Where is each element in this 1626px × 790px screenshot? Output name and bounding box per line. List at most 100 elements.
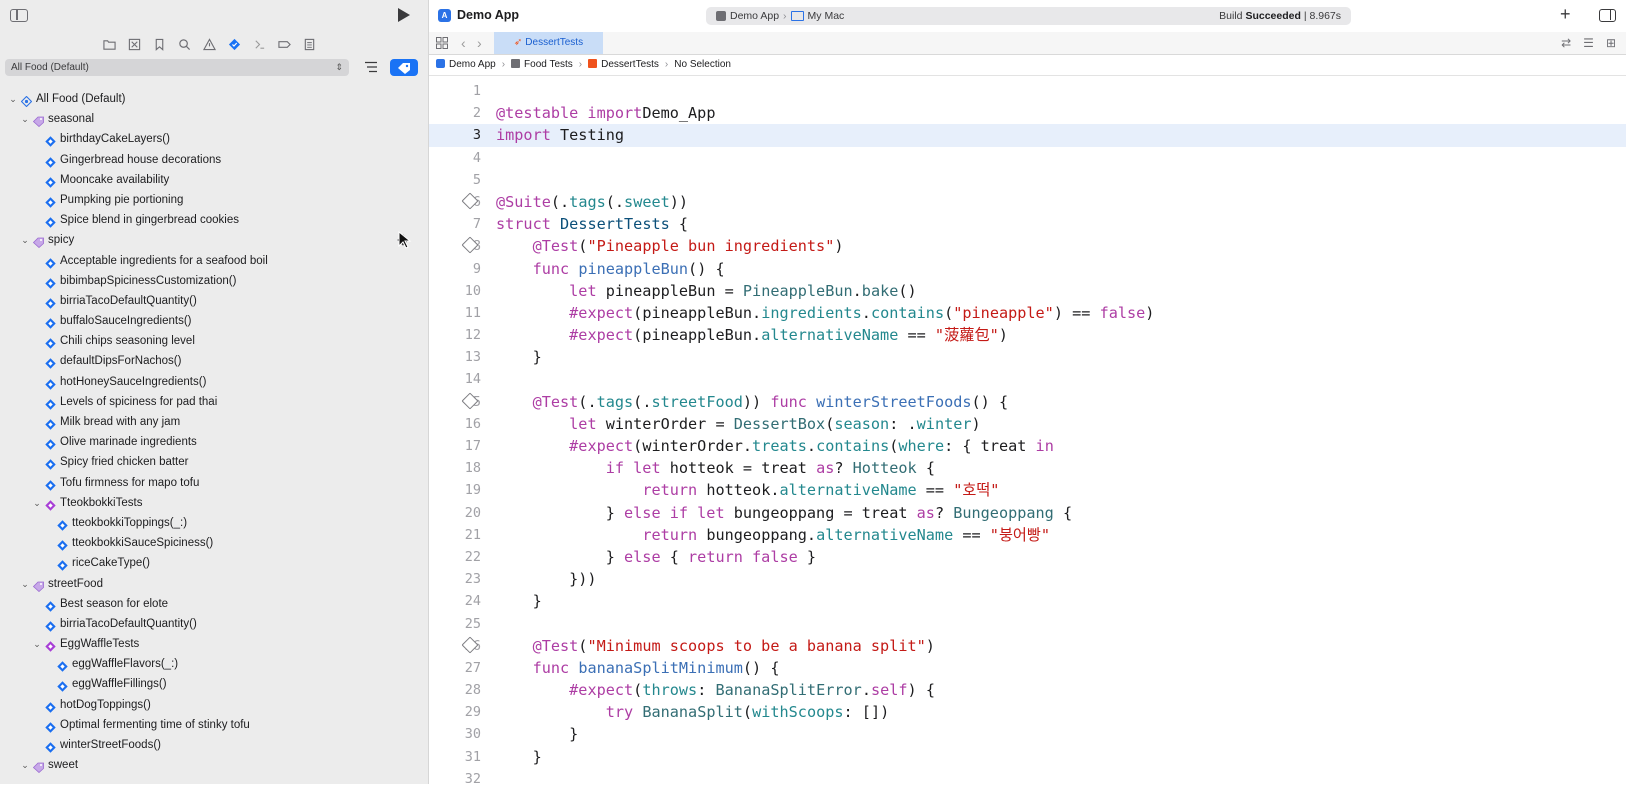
disclosure-chevron-icon[interactable]: ⌄ bbox=[32, 634, 42, 654]
code-line[interactable]: 16 let winterOrder = DessertBox(season: … bbox=[429, 413, 1626, 435]
tag-group-row[interactable]: ⌄ seasonal bbox=[0, 109, 428, 129]
jumpbar-item-file[interactable]: DessertTests bbox=[601, 59, 659, 70]
tag-group-row[interactable]: ⌄ sweet bbox=[0, 755, 428, 775]
code-line[interactable]: 22 } else { return false } bbox=[429, 546, 1626, 568]
test-row[interactable]: tteokbokkiSauceSpiciness() bbox=[0, 533, 428, 553]
test-row[interactable]: bibimbapSpicinessCustomization() bbox=[0, 271, 428, 291]
test-row[interactable]: Best season for elote bbox=[0, 594, 428, 614]
code-line[interactable]: 10 let pineappleBun = PineappleBun.bake(… bbox=[429, 280, 1626, 302]
list-view-icon[interactable] bbox=[364, 61, 378, 73]
tag-group-row[interactable]: ⌄ streetFood bbox=[0, 574, 428, 594]
test-row[interactable]: Optimal fermenting time of stinky tofu bbox=[0, 715, 428, 735]
test-row[interactable]: Tofu firmness for mapo tofu bbox=[0, 473, 428, 493]
bookmark-icon[interactable] bbox=[150, 35, 168, 53]
breakpoint-icon[interactable] bbox=[275, 35, 293, 53]
forward-icon[interactable]: › bbox=[477, 35, 482, 51]
report-icon[interactable] bbox=[300, 35, 318, 53]
disclosure-chevron-icon[interactable]: ⌄ bbox=[20, 230, 30, 250]
code-line[interactable]: 6@Suite(.tags(.sweet)) bbox=[429, 191, 1626, 213]
split-editor-icon[interactable]: ⊞ bbox=[1606, 36, 1616, 50]
refresh-icon[interactable]: ⇄ bbox=[1561, 36, 1571, 50]
disclosure-chevron-icon[interactable]: ⌄ bbox=[20, 574, 30, 594]
code-line[interactable]: 7 struct DessertTests { bbox=[429, 213, 1626, 235]
code-line[interactable]: 13 } bbox=[429, 346, 1626, 368]
test-diamond-icon[interactable] bbox=[225, 35, 243, 53]
code-line[interactable]: 18 if let hotteok = treat as? Hotteok { bbox=[429, 457, 1626, 479]
jumpbar-item-symbol[interactable]: No Selection bbox=[674, 59, 731, 70]
test-row[interactable]: Olive marinade ingredients bbox=[0, 432, 428, 452]
code-line[interactable]: 23 })) bbox=[429, 568, 1626, 590]
test-row[interactable]: Spicy fried chicken batter bbox=[0, 452, 428, 472]
test-row[interactable]: Levels of spiciness for pad thai bbox=[0, 392, 428, 412]
grid-icon[interactable] bbox=[436, 37, 448, 49]
code-line[interactable]: 5 bbox=[429, 169, 1626, 191]
test-row[interactable]: Chili chips seasoning level bbox=[0, 331, 428, 351]
test-row[interactable]: Gingerbread house decorations bbox=[0, 150, 428, 170]
disclosure-chevron-icon[interactable]: ⌄ bbox=[32, 493, 42, 513]
sidebar-toggle-icon[interactable] bbox=[10, 9, 28, 22]
folder-icon[interactable] bbox=[100, 35, 118, 53]
code-line[interactable]: 4 bbox=[429, 147, 1626, 169]
disclosure-chevron-icon[interactable]: ⌄ bbox=[20, 755, 30, 775]
code-line[interactable]: 15 @Test(.tags(.streetFood)) func winter… bbox=[429, 391, 1626, 413]
code-line[interactable]: 9 func pineappleBun() { bbox=[429, 258, 1626, 280]
code-line[interactable]: 29 try BananaSplit(withScoops: []) bbox=[429, 701, 1626, 723]
jumpbar-item-group[interactable]: Food Tests bbox=[524, 59, 573, 70]
back-icon[interactable]: ‹ bbox=[461, 35, 466, 51]
test-row[interactable]: Acceptable ingredients for a seafood boi… bbox=[0, 251, 428, 271]
code-line[interactable]: 20 } else if let bungeoppang = treat as?… bbox=[429, 502, 1626, 524]
add-icon[interactable]: + bbox=[1560, 4, 1571, 25]
code-line[interactable]: 19 return hotteok.alternativeName == "호떡… bbox=[429, 479, 1626, 501]
inspector-toggle-icon[interactable] bbox=[1599, 9, 1616, 22]
code-line[interactable]: 27 func bananaSplitMinimum() { bbox=[429, 657, 1626, 679]
test-row[interactable]: hotDogToppings() bbox=[0, 695, 428, 715]
code-line[interactable]: 11 #expect(pineappleBun.ingredients.cont… bbox=[429, 302, 1626, 324]
test-suite-row[interactable]: ⌄ TteokbokkiTests bbox=[0, 493, 428, 513]
code-line[interactable]: 32 bbox=[429, 768, 1626, 790]
code-line[interactable]: 12 #expect(pineappleBun.alternativeName … bbox=[429, 324, 1626, 346]
search-icon[interactable] bbox=[175, 35, 193, 53]
source-editor[interactable]: 1 2 @testable importDemo_App 3 import Testin… bbox=[429, 80, 1626, 790]
code-line[interactable]: 21 return bungeoppang.alternativeName ==… bbox=[429, 524, 1626, 546]
tag-group-row[interactable]: ⌄ spicy bbox=[0, 230, 428, 250]
code-line[interactable]: 1 bbox=[429, 80, 1626, 102]
test-plan-popup[interactable]: All Food (Default) ⇕ bbox=[5, 59, 349, 76]
code-line[interactable]: 30 } bbox=[429, 723, 1626, 745]
tab-desserttests[interactable]: ➶ DessertTests bbox=[494, 32, 603, 54]
code-line[interactable]: 3 import Testing bbox=[429, 124, 1626, 147]
scheme-selector[interactable]: Demo App › My Mac bbox=[716, 10, 844, 22]
test-row[interactable]: Spice blend in gingerbread cookies bbox=[0, 210, 428, 230]
test-row[interactable]: eggWaffleFillings() bbox=[0, 674, 428, 694]
jumpbar-item-project[interactable]: Demo App bbox=[449, 59, 496, 70]
editor-options-icon[interactable]: ☰ bbox=[1583, 36, 1594, 50]
debug-icon[interactable] bbox=[250, 35, 268, 53]
test-row[interactable]: riceCakeType() bbox=[0, 553, 428, 573]
test-row[interactable]: hotHoneySauceIngredients() bbox=[0, 372, 428, 392]
code-line[interactable]: 17 #expect(winterOrder.treats.contains(w… bbox=[429, 435, 1626, 457]
test-row[interactable]: tteokbokkiToppings(_:) bbox=[0, 513, 428, 533]
code-line[interactable]: 25 bbox=[429, 613, 1626, 635]
code-line[interactable]: 24 } bbox=[429, 590, 1626, 612]
test-row[interactable]: winterStreetFoods() bbox=[0, 735, 428, 755]
tag-view-button[interactable] bbox=[390, 59, 418, 76]
warning-icon[interactable] bbox=[200, 35, 218, 53]
test-row[interactable]: birriaTacoDefaultQuantity() bbox=[0, 614, 428, 634]
disclosure-chevron-icon[interactable]: ⌄ bbox=[8, 89, 18, 109]
test-row[interactable]: buffaloSauceIngredients() bbox=[0, 311, 428, 331]
test-suite-row[interactable]: ⌄ EggWaffleTests bbox=[0, 634, 428, 654]
x-square-icon[interactable] bbox=[125, 35, 143, 53]
test-row[interactable]: eggWaffleFlavors(_:) bbox=[0, 654, 428, 674]
test-row[interactable]: birthdayCakeLayers() bbox=[0, 129, 428, 149]
code-line[interactable]: 8 @Test("Pineapple bun ingredients") bbox=[429, 235, 1626, 257]
disclosure-chevron-icon[interactable]: ⌄ bbox=[20, 109, 30, 129]
test-row[interactable]: defaultDipsForNachos() bbox=[0, 351, 428, 371]
run-button[interactable] bbox=[398, 8, 410, 22]
project-title[interactable]: A Demo App bbox=[438, 8, 519, 22]
code-line[interactable]: 2 @testable importDemo_App bbox=[429, 102, 1626, 124]
code-line[interactable]: 26 @Test("Minimum scoops to be a banana … bbox=[429, 635, 1626, 657]
code-line[interactable]: 31 } bbox=[429, 746, 1626, 768]
code-line[interactable]: 14 bbox=[429, 368, 1626, 390]
test-plan-row[interactable]: ⌄ All Food (Default) bbox=[0, 89, 428, 109]
test-row[interactable]: birriaTacoDefaultQuantity() bbox=[0, 291, 428, 311]
test-row[interactable]: Milk bread with any jam bbox=[0, 412, 428, 432]
